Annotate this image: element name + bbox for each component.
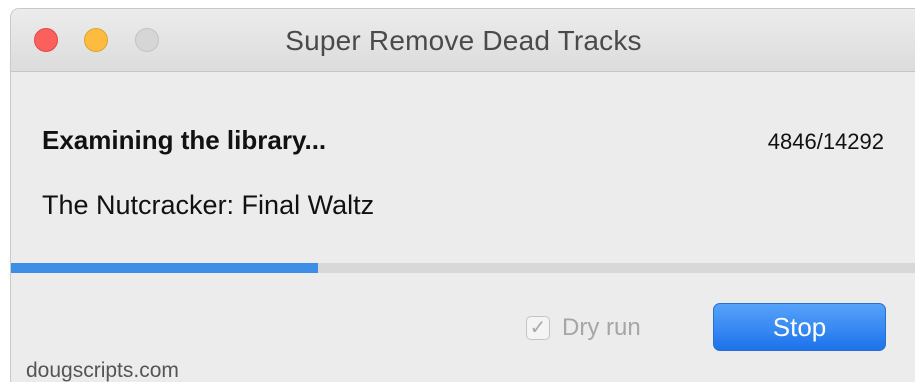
progress-counter: 4846/14292	[767, 129, 884, 154]
dry-run-label: Dry run	[562, 314, 641, 341]
checkmark-icon: ✓	[529, 317, 547, 339]
status-heading: Examining the library...	[42, 125, 327, 155]
title-bar[interactable]: Super Remove Dead Tracks	[11, 9, 915, 72]
window-title: Super Remove Dead Tracks	[285, 25, 642, 56]
app-window: Super Remove Dead Tracks Examining the l…	[10, 8, 915, 382]
credit-text: dougscripts.com	[26, 359, 179, 382]
progress-bar-fill	[11, 263, 318, 273]
dry-run-checkbox: ✓	[526, 316, 550, 340]
dry-run-option: ✓ Dry run	[526, 314, 641, 342]
current-track-name: The Nutcracker: Final Waltz	[42, 190, 375, 220]
stop-button[interactable]: Stop	[713, 303, 886, 351]
progress-bar	[11, 263, 915, 273]
